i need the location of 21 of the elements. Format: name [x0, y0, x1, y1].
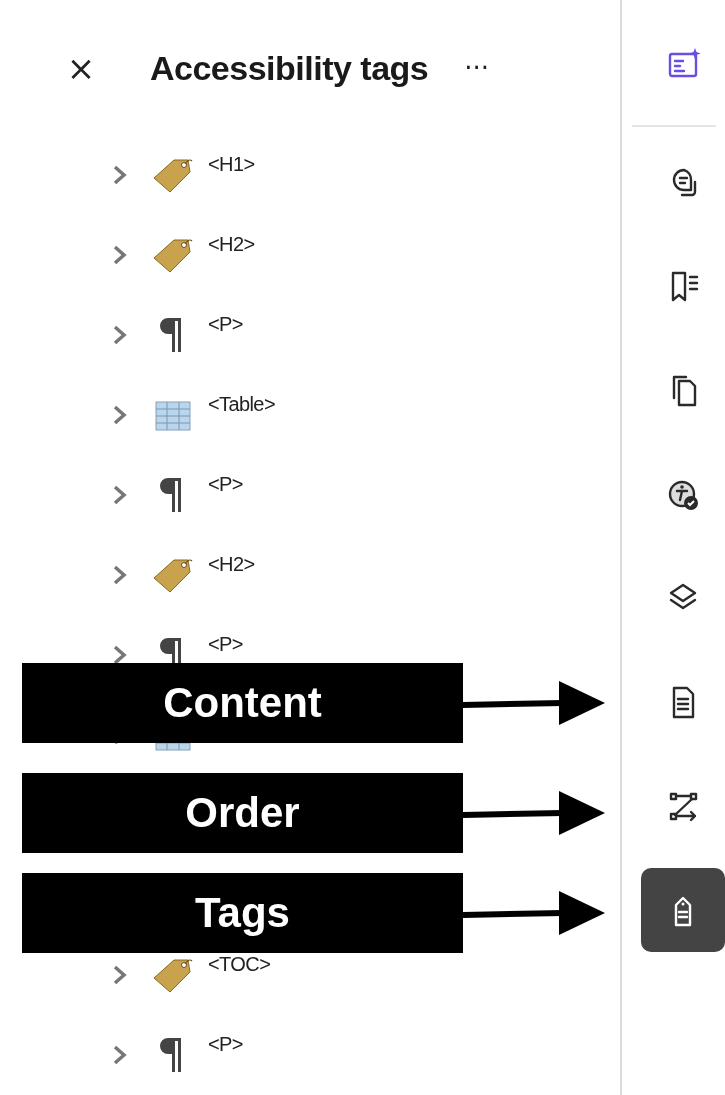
- tag-label: <H2>: [208, 232, 255, 256]
- sidebar-tool-button[interactable]: [641, 868, 725, 952]
- tag-label: <P>: [208, 472, 243, 496]
- tag-icon: [152, 236, 194, 274]
- callout-label: Order: [22, 773, 463, 853]
- tag-label: <P>: [208, 312, 243, 336]
- more-button[interactable]: ···: [464, 53, 490, 83]
- tag-label: <TOC>: [208, 952, 271, 976]
- tag-label: <Table>: [208, 392, 275, 416]
- tag-label: <P>: [208, 1032, 243, 1056]
- tag-icon: [152, 556, 194, 594]
- tag-label: <H2>: [208, 552, 255, 576]
- callout-label: Content: [22, 663, 463, 743]
- tag-label: <H1>: [208, 152, 255, 176]
- panel-title: Accessibility tags: [150, 48, 429, 88]
- tag-icon: [152, 956, 194, 994]
- close-button[interactable]: ×: [64, 48, 98, 88]
- tag-label: <P>: [208, 632, 243, 656]
- callout-label: Tags: [22, 873, 463, 953]
- tag-icon: [152, 156, 194, 194]
- chevron-icon[interactable]: [112, 644, 128, 666]
